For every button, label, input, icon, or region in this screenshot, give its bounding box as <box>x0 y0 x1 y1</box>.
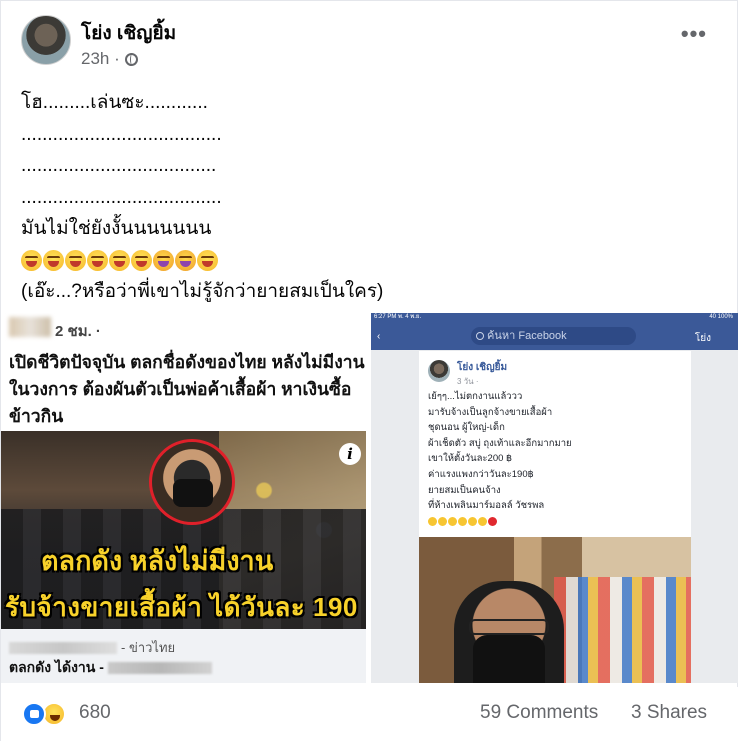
like-icon[interactable] <box>22 702 46 726</box>
mini-emoji-icon <box>448 516 457 526</box>
post-time[interactable]: 23h · <box>81 49 120 69</box>
inner-line: เย้ๆๆ...ไม่ตกงานแล้ววว <box>428 391 523 402</box>
inner-avatar <box>428 360 450 382</box>
tired-face-emoji-icon <box>175 249 196 271</box>
mini-emoji-icon <box>438 516 447 526</box>
globe-icon <box>124 52 138 66</box>
news-source-suffix: - ข่าวไทย <box>121 640 176 655</box>
inner-line: ยายสมเป็นคนจ้าง <box>428 484 501 496</box>
mini-emoji-icon <box>468 516 477 526</box>
post-line: โฮ.........เล่นซะ............ <box>21 92 208 113</box>
glasses <box>469 619 549 635</box>
facebook-search-input: ค้นหา Facebook <box>471 327 636 345</box>
squinting-tongue-emoji-icon <box>109 249 130 271</box>
reaction-count[interactable]: 680 <box>79 702 111 724</box>
inner-author: โย่ง เชิญยิ้ม <box>457 362 508 373</box>
post-line: ...................................... <box>21 186 222 208</box>
news-link-title: ตลกดัง ได้งาน - <box>9 657 212 679</box>
inner-line: ที่ห้างเพลินมาร์มอลล์ วัชรพล <box>428 500 545 512</box>
news-photo: i ตลกดัง หลังไม่มีงาน รับจ้างขายเสื้อผ้า… <box>1 431 366 629</box>
facebook-screenshot-image[interactable]: 6:27 PM พ. 4 พ.ย. 40 100% ‹ ค้นหา Facebo… <box>371 313 738 683</box>
inner-line: ค่าแรงแพงกว่าวันละ190฿ <box>428 468 534 480</box>
squinting-tongue-emoji-icon <box>87 249 108 271</box>
post-line: มันไม่ใช่ยังงั้นนนนนนน <box>21 218 212 239</box>
post-line: ...................................... <box>21 123 222 145</box>
face-mask <box>473 635 545 683</box>
blurred-title <box>107 662 212 674</box>
news-title-prefix: ตลกดัง ได้งาน - <box>9 659 104 675</box>
info-icon: i <box>339 443 361 465</box>
inner-time: 3 วัน · <box>457 377 479 386</box>
squinting-tongue-emoji-icon <box>131 249 152 271</box>
inner-photo <box>419 537 691 683</box>
inner-post: โย่ง เชิญยิ้ม 3 วัน · เย้ๆๆ...ไม่ตกงานแล… <box>419 351 691 683</box>
mini-emoji-icon <box>488 516 497 526</box>
squinting-tongue-emoji-icon <box>65 249 86 271</box>
inner-line: มารับจ้างเป็นลูกจ้างขายเสื้อผ้า <box>428 406 553 418</box>
news-link-footer: - ข่าวไทย ตลกดัง ได้งาน - <box>1 629 366 683</box>
blurred-avatar <box>9 317 51 337</box>
mini-emoji-icon <box>458 516 467 526</box>
post-last-line: (เอ๊ะ...?หรือว่าพี่เขาไม่รู้จักว่ายายสมเ… <box>21 280 384 302</box>
author-name[interactable]: โย่ง เชิญยิ้ม <box>81 18 176 48</box>
inner-line: เขาให้ตั้งวันละ200 ฿ <box>428 453 513 465</box>
inner-emoji-row <box>428 514 683 530</box>
news-source: - ข่าวไทย <box>9 637 175 658</box>
post-meta: 23h · <box>81 49 138 69</box>
news-header: 2 ชม. · <box>1 313 366 345</box>
overlay-caption-line2: รับจ้างขายเสื้อผ้า ได้วันละ 190 <box>5 592 358 622</box>
mini-emoji-icon <box>428 516 437 526</box>
mini-emoji-icon <box>478 516 487 526</box>
status-battery: 40 100% <box>709 314 733 320</box>
status-bar: 6:27 PM พ. 4 พ.ย. 40 100% <box>371 313 738 322</box>
overlay-caption-line1: ตลกดัง หลังไม่มีงาน <box>41 546 274 576</box>
squinting-tongue-emoji-icon <box>43 249 64 271</box>
post-line: ..................................... <box>21 155 217 176</box>
emoji-row <box>21 245 711 276</box>
news-time: 2 ชม. · <box>55 323 101 340</box>
news-screenshot-image[interactable]: 2 ชม. · เปิดชีวิตปัจจุบัน ตลกชื่อดังของไ… <box>1 313 369 683</box>
face-mask <box>173 479 213 507</box>
blurred-source-name <box>9 641 117 654</box>
more-options-icon[interactable]: ••• <box>681 21 707 47</box>
facebook-profile-name: โย่ง <box>694 333 711 344</box>
back-arrow-icon: ‹ <box>377 331 381 342</box>
post-text: โฮ.........เล่นซะ............ ..........… <box>21 87 711 307</box>
news-headline: เปิดชีวิตปัจจุบัน ตลกชื่อดังของไทย หลังไ… <box>9 352 365 426</box>
post-card: โย่ง เชิญยิ้ม 23h · ••• โฮ.........เล่นซ… <box>0 0 738 741</box>
status-time: 6:27 PM พ. 4 พ.ย. <box>374 314 422 320</box>
shares-count[interactable]: 3 Shares <box>631 702 707 724</box>
inner-post-text: เย้ๆๆ...ไม่ตกงานแล้ววว มารับจ้างเป็นลูกจ… <box>428 389 683 529</box>
author-avatar[interactable] <box>21 15 71 65</box>
squinting-tongue-emoji-icon <box>197 249 218 271</box>
inner-line: ชุดนอน ผู้ใหญ่-เด็ก <box>428 422 505 434</box>
facebook-topbar: ‹ ค้นหา Facebook โย่ง <box>371 322 738 350</box>
clothing-rack <box>554 577 691 683</box>
inner-line: ผ้าเช็ดตัว สบู่ ถุงเท้าและอีกมากมาย <box>428 437 572 449</box>
tired-face-emoji-icon <box>153 249 174 271</box>
comments-count[interactable]: 59 Comments <box>480 702 598 724</box>
post-footer: 680 59 Comments 3 Shares <box>1 687 738 741</box>
squinting-tongue-emoji-icon <box>21 249 42 271</box>
